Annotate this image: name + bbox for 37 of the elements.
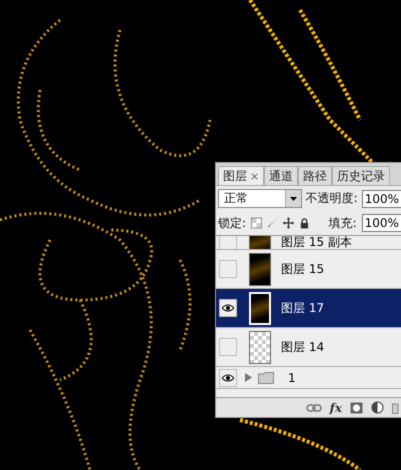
- layer-name: 图层 15 副本: [281, 236, 352, 249]
- panel-tab[interactable]: 通道: [264, 166, 298, 185]
- eye-icon: [222, 374, 234, 382]
- layer-group-row[interactable]: 1: [216, 367, 401, 389]
- layer-name: 图层 14: [281, 338, 324, 356]
- panel-tab[interactable]: 图层 ×: [218, 166, 264, 185]
- folder-icon[interactable]: [392, 402, 401, 414]
- layer-name: 图层 15: [281, 260, 324, 278]
- visibility-toggle[interactable]: [219, 260, 237, 278]
- layer-style-button[interactable]: fx: [330, 400, 342, 414]
- half-circle-icon[interactable]: [371, 401, 384, 414]
- eye-icon: [222, 304, 234, 312]
- link-icon[interactable]: [306, 404, 322, 412]
- checkerboard-icon[interactable]: [251, 217, 262, 229]
- move-icon[interactable]: [282, 217, 294, 229]
- tab-close-button[interactable]: ×: [250, 170, 260, 182]
- dropdown-arrow-icon: [290, 196, 297, 200]
- opacity-label: 不透明度:: [306, 190, 358, 207]
- mask-icon[interactable]: [350, 402, 363, 414]
- panel-tab[interactable]: 路径: [298, 166, 332, 185]
- expand-triangle-icon[interactable]: [245, 373, 252, 382]
- blend-mode-dropdown[interactable]: 正常: [218, 189, 302, 208]
- visibility-toggle[interactable]: [219, 299, 237, 317]
- layer-name: 图层 17: [281, 300, 324, 316]
- visibility-toggle[interactable]: [219, 338, 237, 356]
- folder-icon: [258, 372, 274, 384]
- layer-row[interactable]: 图层 14: [216, 328, 401, 367]
- fill-field[interactable]: 100%: [362, 214, 401, 232]
- layer-name: 1: [288, 370, 296, 384]
- layer-row[interactable]: 图层 17: [216, 289, 401, 328]
- lock-label: 锁定:: [218, 214, 246, 232]
- fill-label: 填充:: [328, 214, 357, 232]
- visibility-toggle[interactable]: [219, 236, 237, 249]
- lock-icon[interactable]: [298, 217, 310, 229]
- panel-tab[interactable]: 历史记录: [332, 166, 390, 185]
- visibility-toggle[interactable]: [219, 368, 237, 386]
- opacity-field[interactable]: 100%: [362, 190, 401, 208]
